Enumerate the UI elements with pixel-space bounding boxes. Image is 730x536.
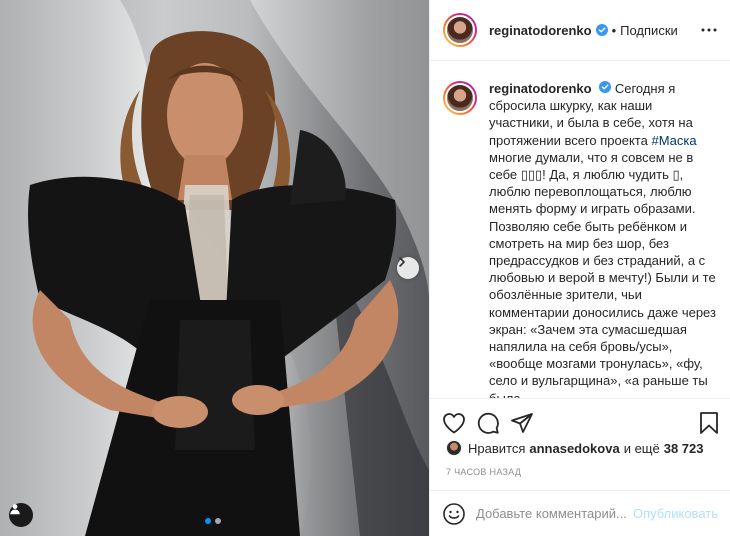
- user-tag-icon: [10, 504, 20, 515]
- post-image: [28, 0, 429, 536]
- carousel-dot-active: [205, 518, 211, 524]
- carousel-dot: [215, 518, 221, 524]
- following-button[interactable]: Подписки: [620, 23, 678, 38]
- emoji-button[interactable]: [442, 502, 466, 526]
- liker-username[interactable]: annasedokova: [529, 441, 619, 456]
- avatar-image: [445, 83, 475, 113]
- caption-author-avatar[interactable]: [443, 81, 477, 115]
- comment-button[interactable]: [476, 411, 500, 435]
- save-button[interactable]: [699, 411, 719, 435]
- share-button[interactable]: [510, 411, 534, 435]
- paper-plane-icon: [511, 412, 533, 433]
- like-button[interactable]: [442, 412, 466, 434]
- comment-input[interactable]: [476, 506, 626, 521]
- publish-button[interactable]: Опубликовать: [633, 506, 718, 521]
- post-timestamp[interactable]: 7 часов назад: [446, 467, 521, 477]
- post-actions: [430, 398, 730, 438]
- caption-username[interactable]: reginatodorenko: [489, 81, 592, 96]
- header-separator: •: [611, 22, 617, 38]
- likes-prefix: Нравится: [468, 440, 526, 456]
- post-caption: reginatodorenko Сегодня я сбросила шкурк…: [489, 80, 717, 398]
- bookmark-icon: [700, 411, 718, 434]
- likes-middle: и ещё: [623, 440, 660, 456]
- next-slide-button[interactable]: [397, 257, 419, 279]
- post-side-panel: reginatodorenko • Подписки reginatodoren…: [429, 0, 730, 536]
- likes-summary: Нравится annasedokova и ещё 38 723: [446, 440, 708, 456]
- comments-section: reginatodorenko Сегодня я сбросила шкурк…: [430, 62, 730, 398]
- more-horizontal-icon: [701, 28, 717, 32]
- verified-badge-icon: [599, 81, 612, 93]
- carousel-indicator: [205, 518, 221, 524]
- author-avatar[interactable]: [443, 13, 477, 47]
- verified-badge-icon: [595, 24, 608, 36]
- more-options-button[interactable]: [700, 27, 718, 33]
- avatar-image: [445, 15, 475, 45]
- heart-icon: [443, 412, 465, 433]
- caption-text-part2: многие думали, что я совсем не в себе ▯▯…: [489, 149, 716, 398]
- author-username[interactable]: reginatodorenko: [489, 23, 592, 38]
- comment-bubble-icon: [477, 412, 499, 434]
- post-header: reginatodorenko • Подписки: [430, 0, 730, 61]
- likes-count[interactable]: 38 723: [664, 441, 704, 456]
- add-comment-bar: Опубликовать: [430, 490, 730, 536]
- hashtag-link[interactable]: #Маска: [651, 133, 696, 148]
- post-photo[interactable]: [0, 0, 429, 536]
- liker-avatar[interactable]: [446, 440, 462, 456]
- chevron-right-icon: [399, 257, 405, 267]
- user-tags-button[interactable]: [9, 503, 33, 527]
- emoji-icon: [443, 502, 465, 525]
